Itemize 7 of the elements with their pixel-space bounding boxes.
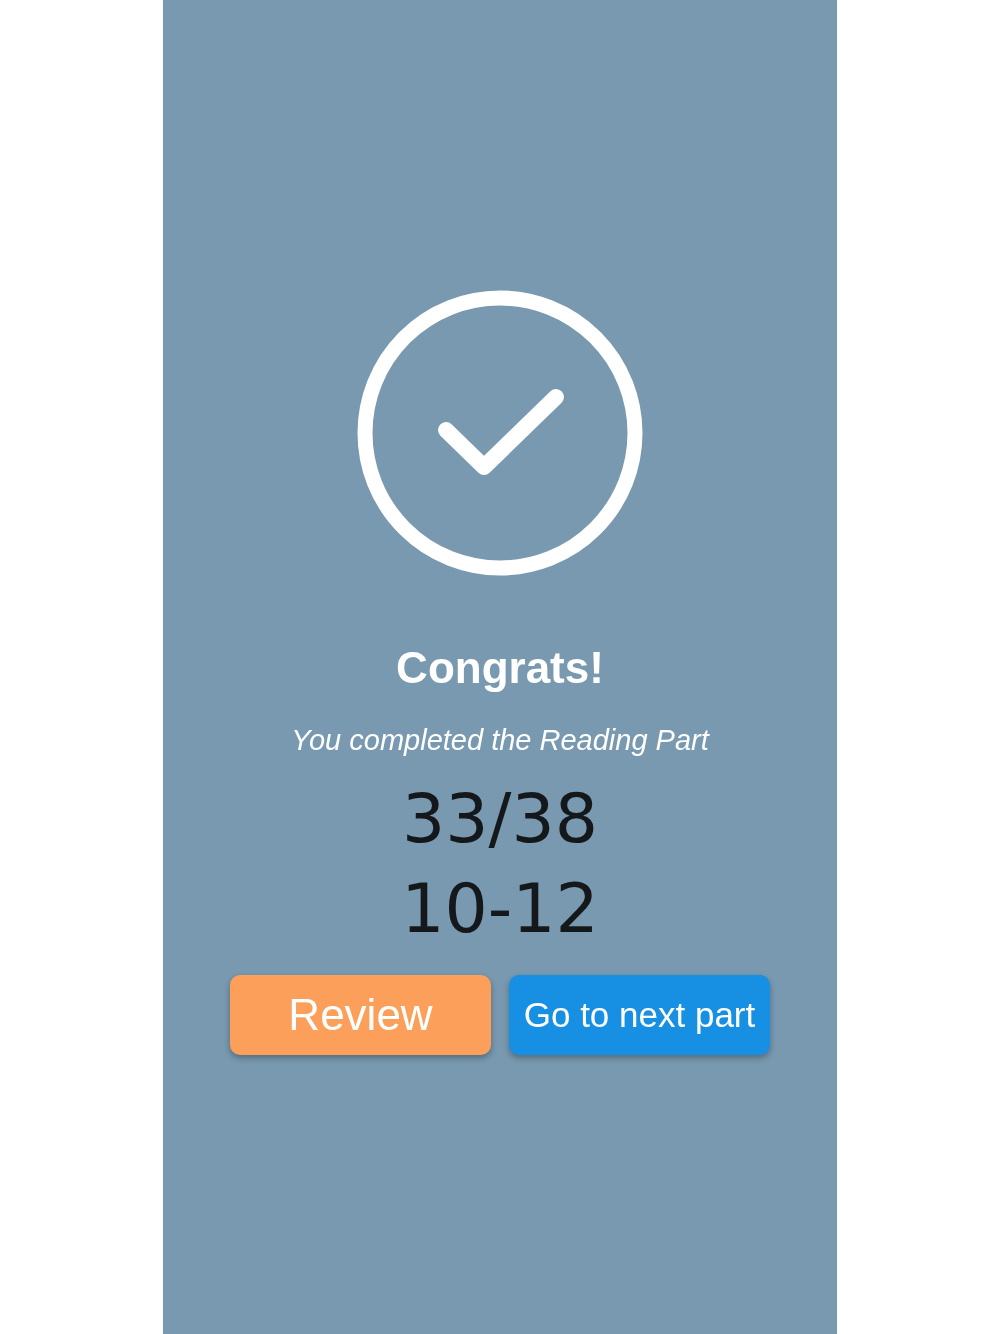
next-part-button[interactable]: Go to next part: [509, 975, 770, 1055]
review-button[interactable]: Review: [230, 975, 491, 1055]
check-circle-icon: [357, 290, 643, 576]
completion-message: You completed the Reading Part: [291, 723, 709, 758]
band-range-text: 10-12: [401, 868, 599, 950]
congrats-title: Congrats!: [396, 642, 604, 694]
score-text: 33/38: [402, 778, 598, 860]
